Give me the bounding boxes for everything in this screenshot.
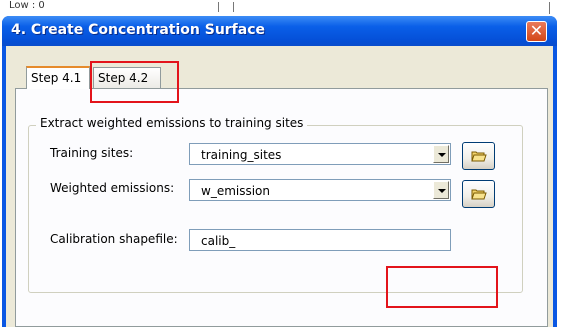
chevron-down-icon[interactable] xyxy=(433,145,449,163)
calibration-shapefile-input[interactable]: calib_ xyxy=(189,229,451,251)
title-bar[interactable]: 4. Create Concentration Surface ✕ xyxy=(2,16,557,46)
calibration-shapefile-value: calib_ xyxy=(201,234,236,248)
tab-step-4-1-active[interactable]: Step 4.1 xyxy=(26,66,90,89)
weighted-emissions-label: Weighted emissions: xyxy=(50,181,175,195)
tab-label: Step 4.1 xyxy=(31,71,82,85)
calibration-shapefile-label: Calibration shapefile: xyxy=(50,232,178,246)
weighted-emissions-combo[interactable]: w_emission xyxy=(189,179,451,201)
open-folder-icon xyxy=(471,151,487,162)
close-icon: ✕ xyxy=(529,21,544,40)
background-divider xyxy=(218,2,234,12)
highlight-box xyxy=(90,61,179,103)
background-divider xyxy=(549,2,550,14)
close-button[interactable]: ✕ xyxy=(526,21,547,42)
background-text: Low : 0 xyxy=(9,0,45,11)
training-sites-value: training_sites xyxy=(201,148,282,162)
background-window: Low : 0 xyxy=(0,0,563,14)
training-sites-combo[interactable]: training_sites xyxy=(189,143,451,165)
weighted-emissions-value: w_emission xyxy=(201,184,271,198)
highlight-box xyxy=(386,266,498,308)
training-sites-label: Training sites: xyxy=(50,146,134,160)
open-weighted-emissions-button[interactable] xyxy=(462,180,495,208)
chevron-down-icon[interactable] xyxy=(433,181,449,199)
open-folder-icon xyxy=(471,189,487,200)
dialog-title: 4. Create Concentration Surface xyxy=(11,22,266,38)
group-title: Extract weighted emissions to training s… xyxy=(36,116,308,130)
open-training-sites-button[interactable] xyxy=(462,142,495,170)
